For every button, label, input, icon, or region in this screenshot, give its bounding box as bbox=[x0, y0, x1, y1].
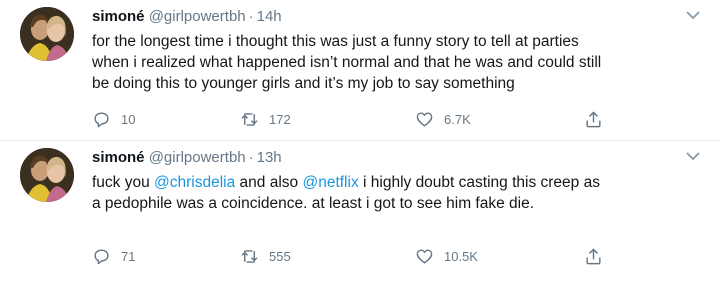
reply-count: 71 bbox=[121, 249, 136, 264]
heart-icon bbox=[416, 112, 433, 127]
text-segment: fuck you bbox=[92, 174, 155, 191]
avatar[interactable] bbox=[20, 148, 74, 202]
mention-link-netflix[interactable]: @netflix bbox=[302, 174, 358, 191]
reply-button[interactable]: 10 bbox=[92, 110, 135, 129]
share-button[interactable] bbox=[584, 110, 613, 129]
retweet-icon bbox=[241, 113, 258, 126]
retweet-icon bbox=[241, 250, 258, 263]
separator: · bbox=[248, 149, 254, 166]
share-icon bbox=[586, 111, 601, 128]
reply-icon bbox=[94, 249, 109, 265]
avatar[interactable] bbox=[20, 7, 74, 61]
share-icon bbox=[586, 248, 601, 265]
tweet[interactable]: simoné @girlpowertbh · 13h fuck you @chris… bbox=[0, 141, 720, 284]
retweet-count: 555 bbox=[269, 249, 291, 264]
tweet[interactable]: simoné @girlpowertbh · 14h for the longest… bbox=[0, 0, 720, 141]
timestamp[interactable]: 13h bbox=[257, 149, 282, 166]
reply-button[interactable]: 71 bbox=[92, 247, 135, 266]
reply-count: 10 bbox=[121, 112, 136, 127]
like-button[interactable]: 6.7K bbox=[415, 110, 471, 129]
tweet-text-line: for the longest time i thought this was … bbox=[92, 33, 579, 50]
chevron-down-icon[interactable] bbox=[686, 151, 700, 161]
text-segment: i highly doubt casting this creep as bbox=[358, 174, 600, 191]
tweet-text-line: fuck you @chrisdelia and also @netflix i… bbox=[92, 172, 702, 193]
share-button[interactable] bbox=[584, 247, 613, 266]
like-button[interactable]: 10.5K bbox=[415, 247, 478, 266]
heart-icon bbox=[416, 249, 433, 264]
handle[interactable]: @girlpowertbh bbox=[149, 149, 246, 166]
tweet-header: simoné @girlpowertbh · 14h bbox=[92, 8, 282, 25]
tweet-actions: 10 172 6.7K bbox=[92, 110, 612, 132]
retweet-count: 172 bbox=[269, 112, 291, 127]
tweet-text: for the longest time i thought this was … bbox=[92, 31, 702, 94]
tweet-text-line: when i realized what happened isn’t norm… bbox=[92, 54, 602, 71]
tweet-actions: 71 555 10.5K bbox=[92, 247, 612, 269]
tweet-text: fuck you @chrisdelia and also @netflix i… bbox=[92, 172, 702, 214]
like-count: 6.7K bbox=[444, 112, 471, 127]
timestamp[interactable]: 14h bbox=[257, 8, 282, 25]
tweet-text-line: a pedophile was a coincidence. at least … bbox=[92, 195, 535, 212]
tweet-text-line: be doing this to younger girls and it’s … bbox=[92, 75, 515, 92]
mention-link-chrisdelia[interactable]: @chrisdelia bbox=[154, 174, 235, 191]
like-count: 10.5K bbox=[444, 249, 478, 264]
avatar-photo-icon bbox=[20, 148, 74, 202]
retweet-button[interactable]: 555 bbox=[240, 247, 291, 266]
avatar-photo-icon bbox=[20, 7, 74, 61]
tweet-header: simoné @girlpowertbh · 13h bbox=[92, 149, 282, 166]
reply-icon bbox=[94, 112, 109, 128]
handle[interactable]: @girlpowertbh bbox=[149, 8, 246, 25]
retweet-button[interactable]: 172 bbox=[240, 110, 291, 129]
display-name[interactable]: simoné bbox=[92, 8, 145, 25]
display-name[interactable]: simoné bbox=[92, 149, 145, 166]
text-segment: and also bbox=[235, 174, 303, 191]
chevron-down-icon[interactable] bbox=[686, 10, 700, 20]
separator: · bbox=[248, 8, 254, 25]
